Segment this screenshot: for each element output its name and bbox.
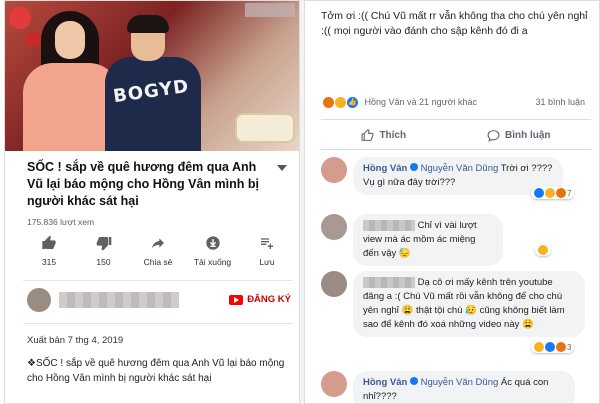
- man-hair: [127, 15, 169, 33]
- comment-bubble: Dạ cô ơi mấy kênh trên youtube đăng a :(…: [353, 271, 585, 337]
- like-count: 315: [41, 257, 57, 267]
- comment-count[interactable]: 31 bình luận: [535, 97, 585, 107]
- post-actions: Thích Bình luận: [321, 125, 591, 145]
- video-description: ❖SỐC ! sắp về quê hương đêm qua Anh Vũ l…: [27, 358, 285, 384]
- comment-label: Bình luận: [504, 129, 551, 141]
- reaction-count: 3: [567, 342, 572, 352]
- like-reaction-icon: 👍: [347, 97, 358, 109]
- comment-bubble: Chỉ vì vài lượt view mà ác mồm ác miệng …: [353, 214, 503, 266]
- sad-reaction-icon: [545, 188, 555, 198]
- blurred-watermark: [245, 3, 295, 17]
- divider: [23, 280, 293, 281]
- cake: [235, 113, 295, 143]
- verified-icon: [409, 163, 418, 171]
- mention-tag[interactable]: Nguyễn Văn Dũng: [421, 163, 499, 174]
- divider: [321, 119, 591, 120]
- comment-button[interactable]: Bình luận: [487, 125, 551, 145]
- youtube-panel: BOGYD SỐC ! sắp về quê hương đêm qua Anh…: [4, 0, 300, 404]
- reactions-row[interactable]: 👍 Hồng Vân và 21 người khác 31 bình luận: [323, 97, 585, 111]
- like-button[interactable]: Thích: [361, 125, 406, 145]
- dislike-button[interactable]: 150: [82, 233, 126, 267]
- comment-reactions[interactable]: [535, 244, 551, 256]
- video-player[interactable]: BOGYD: [5, 1, 299, 151]
- commenter-avatar[interactable]: [321, 157, 347, 183]
- dislike-count: 150: [96, 257, 111, 267]
- angry-reaction-icon: [323, 97, 334, 109]
- post-text: Tởm ơi :(( Chú Vũ mất rr vẫn không tha c…: [321, 10, 588, 37]
- facebook-panel: Tởm ơi :(( Chú Vũ mất rr vẫn không tha c…: [304, 0, 600, 404]
- commenter-avatar[interactable]: [321, 214, 347, 240]
- like-icon: [361, 128, 374, 141]
- share-button[interactable]: Chia sẻ: [136, 233, 180, 267]
- expand-chevron-icon[interactable]: [277, 165, 287, 171]
- download-icon: [205, 233, 221, 253]
- video-title: SỐC ! sắp về quê hương đêm qua Anh Vũ lạ…: [27, 160, 259, 208]
- divider: [321, 149, 591, 150]
- save-button[interactable]: Lưu: [245, 233, 289, 267]
- commenter-name[interactable]: Hồng Vân: [363, 377, 407, 388]
- commenter-avatar[interactable]: [321, 271, 347, 297]
- subscribe-button[interactable]: ĐĂNG KÝ: [229, 294, 291, 305]
- blurred-commenter-name[interactable]: [363, 276, 415, 288]
- channel-row: ĐĂNG KÝ: [27, 288, 291, 312]
- thumbs-down-icon: [96, 233, 112, 253]
- like-reaction-icon: [545, 342, 555, 352]
- share-label: Chia sẻ: [143, 257, 173, 267]
- download-button[interactable]: Tải xuống: [191, 233, 235, 267]
- commenter-avatar[interactable]: [321, 371, 347, 397]
- comment-reactions[interactable]: 3: [531, 341, 575, 353]
- like-label: Thích: [379, 129, 407, 141]
- video-title-row[interactable]: SỐC ! sắp về quê hương đêm qua Anh Vũ lạ…: [27, 159, 293, 210]
- sad-reaction-icon: [335, 97, 346, 109]
- woman-face: [55, 21, 85, 59]
- like-reaction-icon: [534, 188, 544, 198]
- youtube-play-icon: [229, 294, 244, 305]
- comment-bubble: Hồng Vân Nguyễn Văn Dũng Ác quá con nhỉ?…: [353, 371, 575, 403]
- blurred-commenter-name[interactable]: [363, 219, 415, 231]
- mention-tag[interactable]: Nguyễn Văn Dũng: [421, 377, 499, 388]
- flower-decoration: [9, 7, 31, 29]
- save-label: Lưu: [259, 257, 275, 267]
- view-count: 175.836 lượt xem: [27, 217, 95, 227]
- sad-reaction-icon: [538, 245, 548, 255]
- subscribe-label: ĐĂNG KÝ: [247, 294, 291, 305]
- thumbs-up-icon: [41, 233, 57, 253]
- sad-reaction-icon: [534, 342, 544, 352]
- publish-date: Xuất bản 7 thg 4, 2019: [27, 335, 124, 346]
- share-icon: [150, 233, 166, 253]
- blurred-channel-name[interactable]: [59, 292, 179, 308]
- commenter-name[interactable]: Hồng Vân: [363, 163, 407, 174]
- add-to-playlist-icon: [259, 233, 275, 253]
- flower-decoration: [25, 31, 41, 47]
- angry-reaction-icon: [556, 188, 566, 198]
- angry-reaction-icon: [556, 342, 566, 352]
- channel-avatar[interactable]: [27, 288, 51, 312]
- download-label: Tải xuống: [193, 257, 232, 267]
- comment-icon: [487, 129, 500, 142]
- verified-icon: [409, 377, 418, 385]
- reaction-count: 7: [567, 188, 572, 198]
- video-actions: 315 150 Chia sẻ Tải xuống Lưu: [27, 233, 289, 267]
- comment-reactions[interactable]: 7: [531, 187, 575, 199]
- reactors-summary[interactable]: Hồng Vân và 21 người khác: [365, 97, 478, 107]
- like-button[interactable]: 315: [27, 233, 71, 267]
- reaction-icons: 👍: [323, 97, 358, 109]
- divider: [23, 323, 293, 324]
